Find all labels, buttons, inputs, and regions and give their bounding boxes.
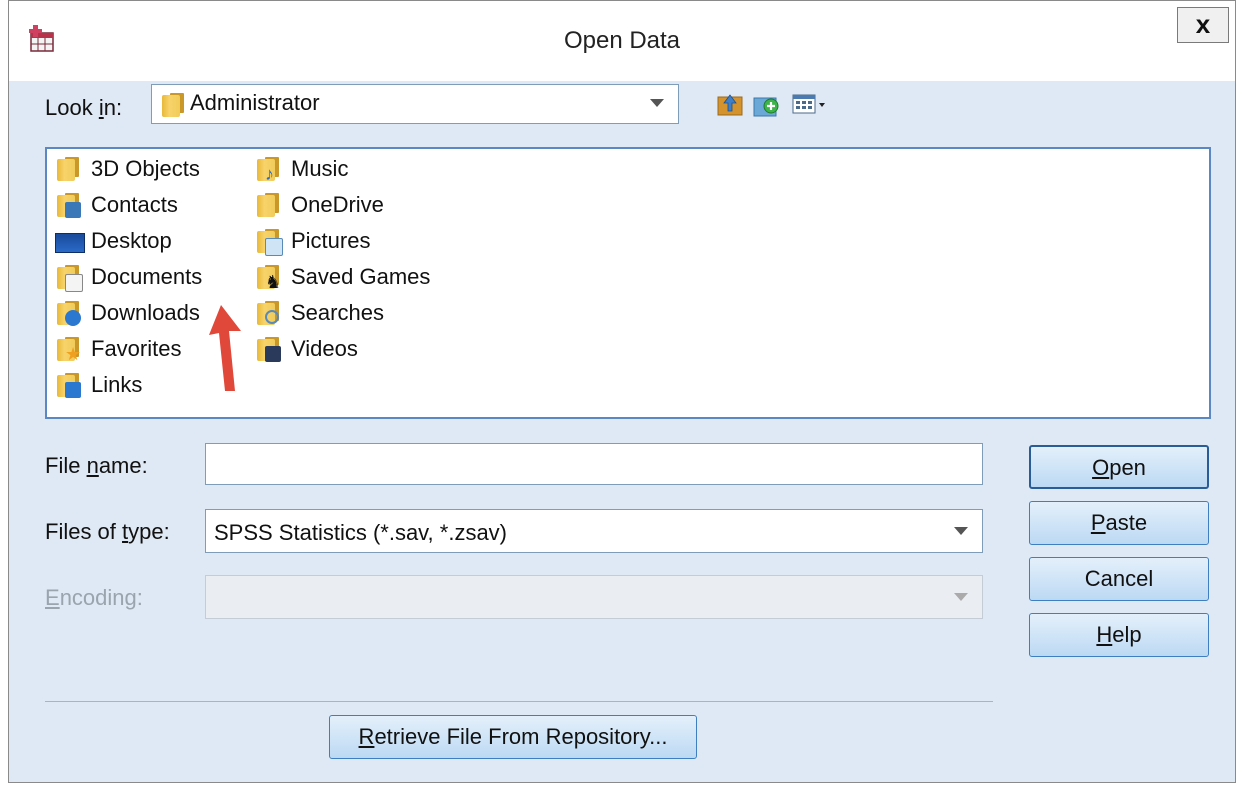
files-of-type-value: SPSS Statistics (*.sav, *.zsav) — [214, 520, 508, 545]
look-in-dropdown-button[interactable] — [642, 85, 678, 123]
look-in-value: Administrator — [190, 90, 320, 115]
look-in-dropdown[interactable]: Administrator — [151, 84, 679, 124]
list-item[interactable]: Searches — [255, 297, 384, 329]
list-item[interactable]: Contacts — [55, 189, 178, 221]
folder-icon — [255, 192, 283, 218]
dialog-title: Open Data — [563, 27, 681, 54]
open-button[interactable]: Open — [1029, 445, 1209, 489]
files-of-type-dropdown[interactable]: SPSS Statistics (*.sav, *.zsav) — [205, 509, 983, 553]
help-button[interactable]: Help — [1029, 613, 1209, 657]
folder-icon — [160, 92, 184, 117]
music-folder-icon: ♪ — [255, 156, 283, 183]
list-item[interactable]: ♪ Music — [255, 153, 348, 185]
desktop-icon — [55, 228, 85, 254]
folder-icon — [55, 156, 83, 182]
list-item[interactable]: ♞ Saved Games — [255, 261, 430, 293]
list-item[interactable]: Links — [55, 369, 142, 401]
encoding-dropdown — [205, 575, 983, 619]
list-item[interactable]: ★ Favorites — [55, 333, 181, 365]
new-folder-icon[interactable] — [753, 92, 779, 117]
files-of-type-label: Files of type: — [45, 519, 170, 544]
up-folder-icon[interactable] — [717, 92, 743, 116]
open-data-dialog: Open Data x Look in: Administrator 3D Ob… — [8, 0, 1236, 783]
close-button[interactable]: x — [1177, 7, 1229, 43]
favorites-folder-icon: ★ — [55, 336, 83, 363]
annotation-arrow — [209, 305, 241, 391]
list-item[interactable]: Videos — [255, 333, 358, 365]
view-menu-icon[interactable] — [791, 92, 831, 116]
file-name-label: File name: — [45, 453, 148, 478]
list-item[interactable]: Downloads — [55, 297, 200, 329]
cancel-button[interactable]: Cancel — [1029, 557, 1209, 601]
documents-icon — [55, 264, 83, 292]
searches-folder-icon — [255, 300, 283, 326]
files-of-type-dropdown-button[interactable] — [946, 510, 982, 552]
pictures-folder-icon — [255, 228, 283, 256]
list-item[interactable]: 3D Objects — [55, 153, 200, 185]
downloads-folder-icon — [55, 300, 83, 326]
contacts-folder-icon — [55, 192, 83, 218]
file-name-input[interactable] — [205, 443, 983, 485]
paste-button[interactable]: Paste — [1029, 501, 1209, 545]
file-list[interactable]: 3D Objects Contacts Desktop Documents Do… — [45, 147, 1211, 419]
list-item[interactable]: Desktop — [55, 225, 172, 257]
chevron-down-icon — [954, 593, 968, 601]
encoding-label: Encoding: — [45, 585, 143, 610]
separator — [45, 701, 993, 702]
list-item[interactable]: Pictures — [255, 225, 370, 257]
chevron-down-icon — [650, 99, 664, 107]
videos-folder-icon — [255, 336, 283, 362]
title-bar[interactable]: Open Data x — [9, 1, 1235, 81]
encoding-dropdown-button — [946, 576, 982, 618]
links-folder-icon — [55, 372, 83, 398]
chevron-down-icon — [954, 527, 968, 535]
saved-games-folder-icon: ♞ — [255, 264, 283, 291]
list-item[interactable]: OneDrive — [255, 189, 384, 221]
retrieve-from-repository-button[interactable]: Retrieve File From Repository... — [329, 715, 697, 759]
list-item[interactable]: Documents — [55, 261, 202, 293]
look-in-label: Look in: — [45, 95, 123, 120]
